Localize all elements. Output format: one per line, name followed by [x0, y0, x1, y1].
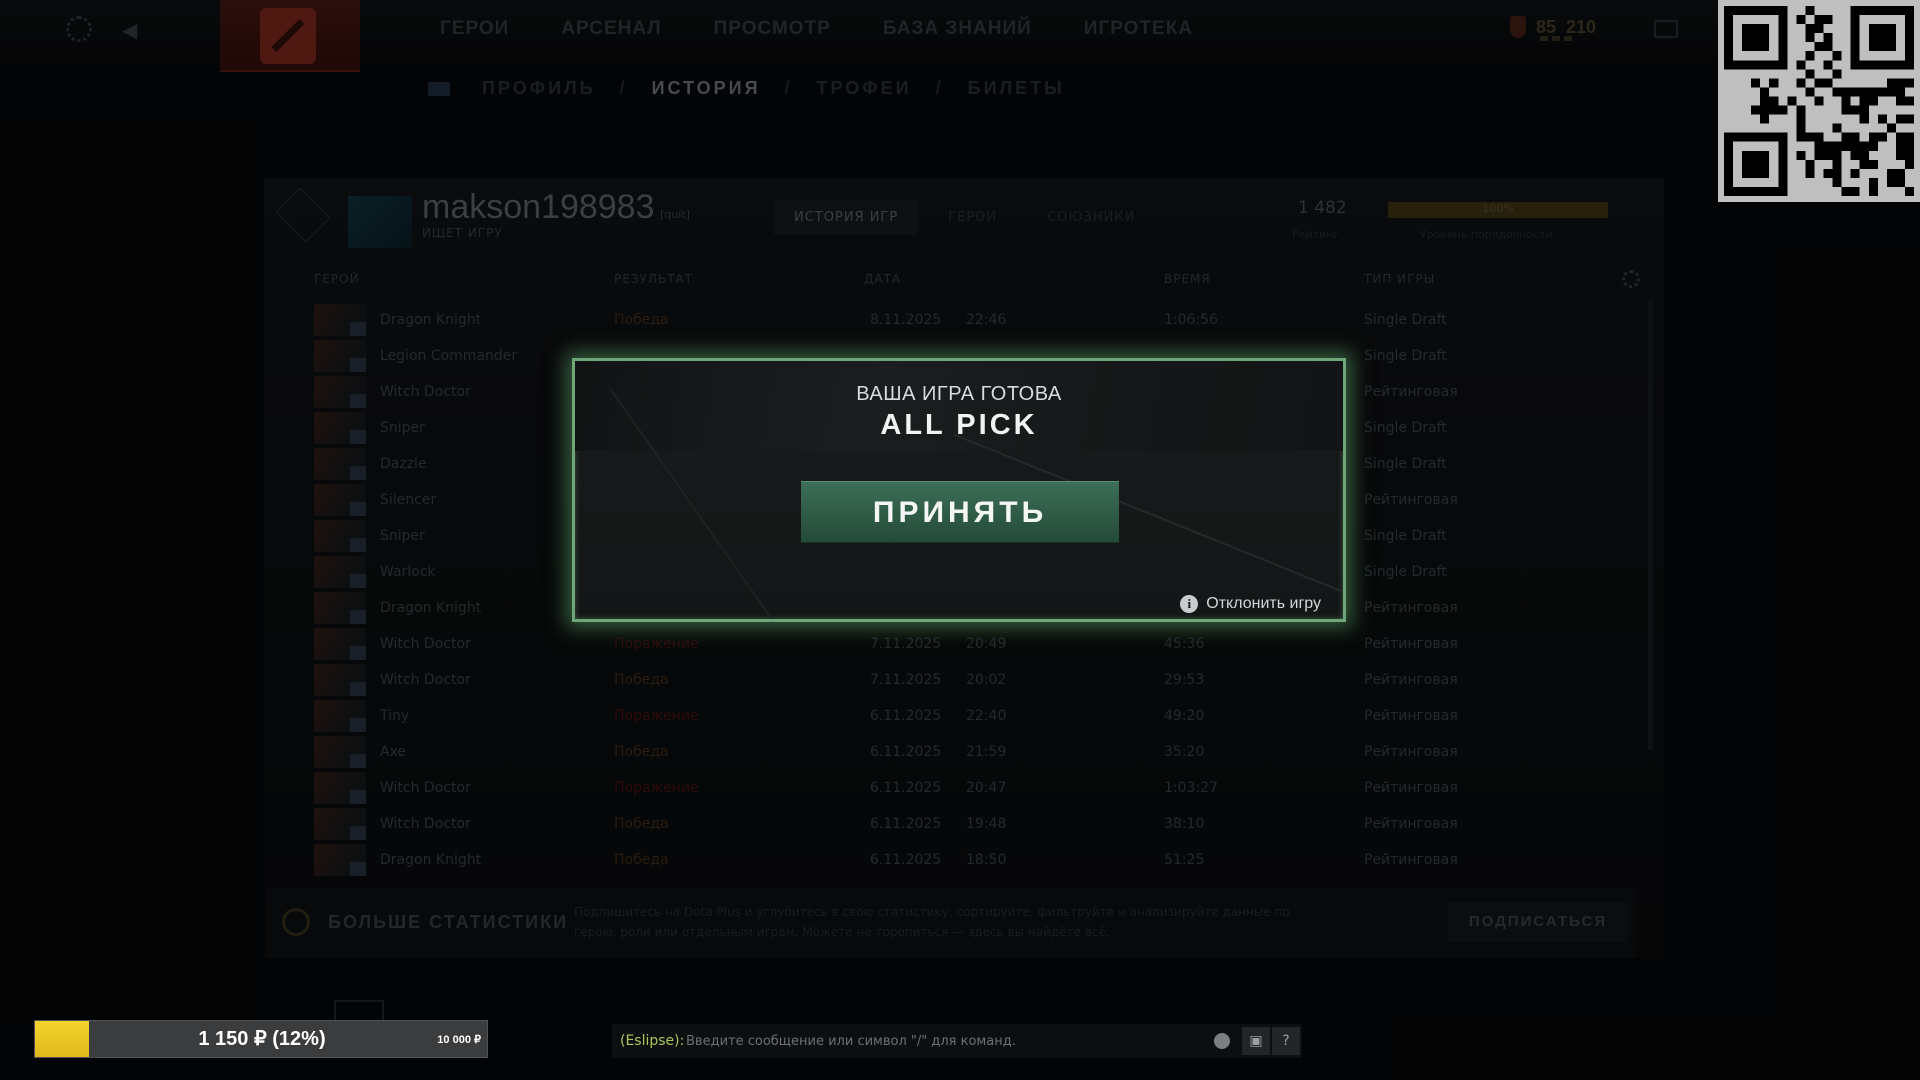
decline-label: Отклонить игру: [1206, 595, 1321, 612]
game-ready-dialog: ВАША ИГРА ГОТОВА ALL PICK ПРИНЯТЬ i Откл…: [572, 358, 1346, 622]
donation-goal: 10 000 ₽: [437, 1034, 481, 1046]
accept-button[interactable]: ПРИНЯТЬ: [801, 481, 1119, 543]
game-mode: ALL PICK: [880, 409, 1038, 441]
decline-game-link[interactable]: i Отклонить игру: [1180, 595, 1321, 613]
chat-input[interactable]: Введите сообщение или символ "/" для ком…: [686, 1034, 1016, 1049]
info-icon: i: [1180, 595, 1199, 613]
image-icon[interactable]: ▣: [1242, 1027, 1270, 1055]
help-button[interactable]: ?: [1272, 1027, 1300, 1055]
game-ready-text: ВАША ИГРА ГОТОВА: [856, 383, 1062, 405]
chat-bar: (Eslipse): Введите сообщение или символ …: [612, 1024, 1302, 1058]
donation-goal-bar: 1 150 ₽ (12%) 10 000 ₽: [34, 1020, 488, 1058]
donation-amount: 1 150 ₽ (12%): [198, 1028, 326, 1050]
chat-channel: (Eslipse):: [620, 1033, 685, 1049]
emoji-icon[interactable]: [1214, 1033, 1230, 1049]
